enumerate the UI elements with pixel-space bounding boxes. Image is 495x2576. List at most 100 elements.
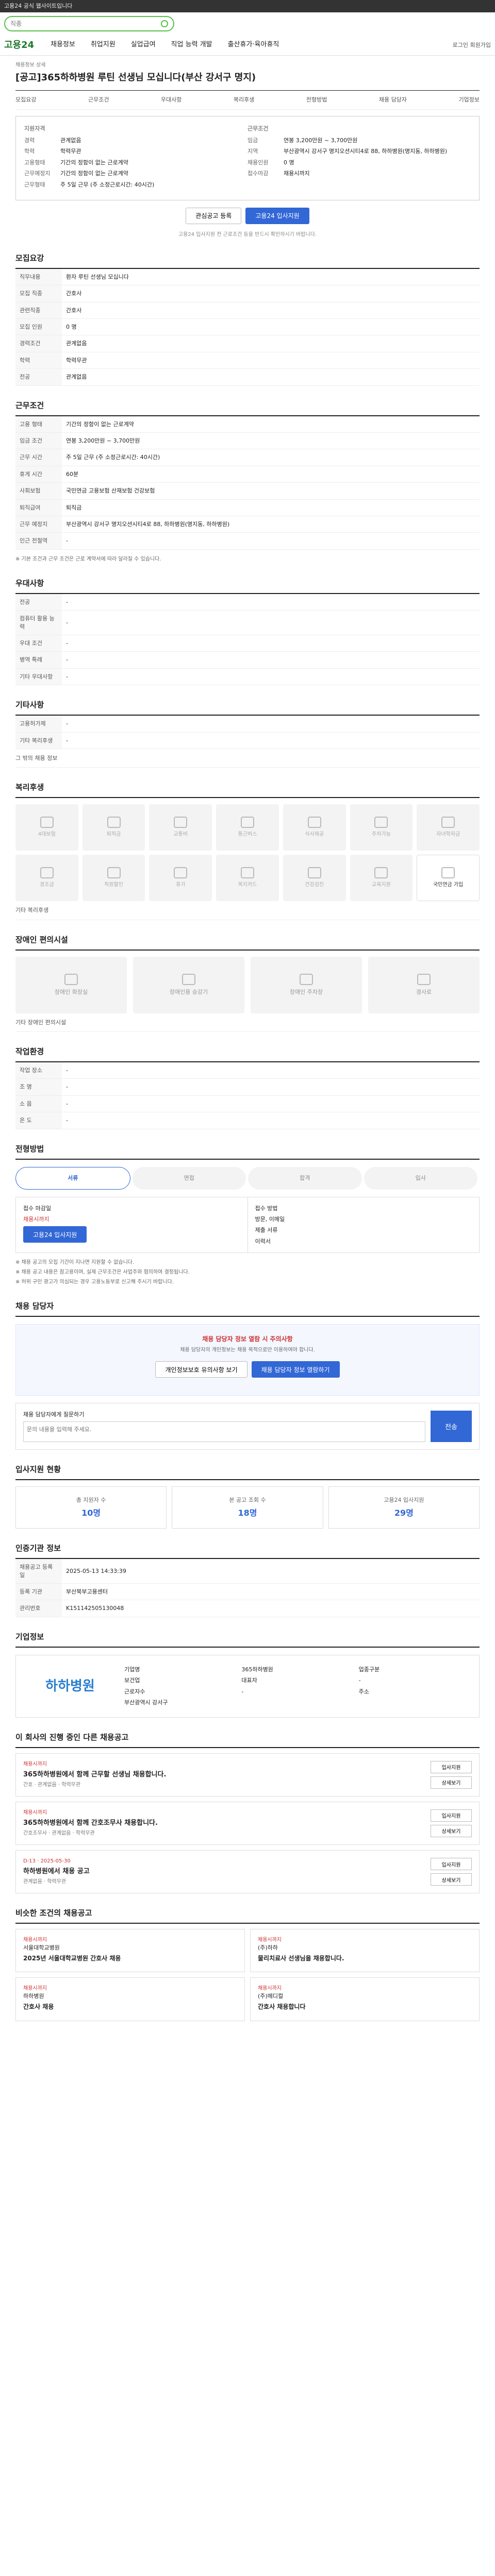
privacy-notice-button[interactable]: 개인정보보호 유의사항 보기 — [155, 1361, 248, 1378]
menu-item-employment-support[interactable]: 취업지원 — [91, 40, 116, 49]
table-row: 등록 기관 부산북부고용센터 — [15, 1583, 480, 1601]
scrap-button[interactable]: 관심공고 등록 — [186, 207, 242, 224]
welfare-label: 건강검진 — [305, 882, 324, 888]
row-value: 관계없음 — [62, 368, 480, 386]
search-row — [0, 12, 495, 35]
similar-card[interactable]: 채용시까지 (주)하하 물리치료사 선생님을 채용합니다. — [250, 1929, 480, 1973]
auth-links[interactable]: 로그인 회원가입 — [453, 41, 491, 49]
table-row: 기타 복리후생 - — [15, 732, 480, 749]
welfare-icon — [107, 867, 121, 879]
job-card-actions: 입사지원상세보기 — [431, 1760, 472, 1789]
table-row: 사회보험 국민연금 고용보험 산재보험 건강보험 — [15, 482, 480, 500]
job-meta: 관계없음 · 학력무관 — [23, 1879, 67, 1885]
similar-card[interactable]: 채용시까지 하하병원 간호사 채용 — [15, 1977, 245, 2021]
facility-note: 기타 장애인 편의시설 — [15, 1013, 480, 1032]
similar-card[interactable]: 채용시까지 서울대학교병원 2025년 서울대학교병원 간호사 채용 — [15, 1929, 245, 1973]
section-tabs: 모집요강 근무조건 우대사항 복리후생 전형방법 채용 담당자 기업정보 — [15, 91, 480, 110]
kv-row: 고용형태 기간의 정함이 없는 근로계약 — [24, 159, 248, 166]
similar-name[interactable]: 간호사 채용 — [23, 2003, 237, 2011]
tab-company[interactable]: 기업정보 — [458, 96, 479, 104]
table-row: 고용허가제 - — [15, 716, 480, 733]
summary-note: 고용24 입사지원 전 근로조건 등을 반드시 확인하시기 바랍니다. — [178, 231, 317, 238]
row-value: - — [62, 1062, 480, 1079]
row-key: 모집 인원 — [15, 318, 62, 336]
welfare-icon — [374, 817, 388, 828]
tab-process[interactable]: 전형방법 — [306, 96, 327, 104]
inquiry-box: 채용 담당자에게 질문하기 전송 — [15, 1403, 480, 1450]
job-apply-button[interactable]: 입사지원 — [431, 1809, 472, 1822]
kv-row: 지역 부산광역시 강서구 명지오션시티4로 88, 하하병원(명지동, 하하병원) — [248, 147, 471, 155]
similar-name[interactable]: 2025년 서울대학교병원 간호사 채용 — [23, 1954, 237, 1963]
inquiry-textarea[interactable] — [23, 1421, 425, 1443]
row-key: 작업 장소 — [15, 1062, 62, 1079]
tab-conditions[interactable]: 근무조건 — [88, 96, 109, 104]
job-name[interactable]: 하하병원에서 채용 공고 — [23, 1867, 90, 1876]
tab-contact[interactable]: 채용 담당자 — [379, 96, 407, 104]
row-value: 60분 — [62, 466, 480, 483]
welfare-label: 휴가 — [176, 882, 186, 888]
company-cell: - — [241, 1688, 244, 1695]
welfare-section: 복리후생 4대보험 퇴직금 교통비 통근버스 식사제공 주차가능 자녀학자금 경… — [15, 782, 480, 920]
menu-item-jobs[interactable]: 채용정보 — [51, 40, 75, 49]
row-key: 휴게 시간 — [15, 466, 62, 483]
view-contact-button[interactable]: 채용 담당자 정보 열람하기 — [251, 1361, 340, 1378]
job-card[interactable]: D-13 · 2025-05-30 하하병원에서 채용 공고 관계없음 · 학력무관… — [15, 1850, 480, 1894]
section-title: 작업환경 — [15, 1046, 480, 1063]
search-input[interactable] — [10, 20, 161, 27]
similar-name[interactable]: 간호사 채용합니다 — [258, 2003, 472, 2011]
similar-name[interactable]: 물리치료사 선생님을 채용합니다. — [258, 1954, 472, 1963]
job-name[interactable]: 365하하병원에서 함께 간호조무사 채용합니다. — [23, 1819, 158, 1828]
search-icon[interactable] — [161, 20, 168, 27]
main-menu: 채용정보 취업지원 실업급여 직업 능력 개발 출산휴가·육아휴직 — [51, 40, 279, 49]
contact-actions: 개인정보보호 유의사항 보기 채용 담당자 정보 열람하기 — [26, 1361, 469, 1378]
table-row: 전공 - — [15, 594, 480, 611]
send-button[interactable]: 전송 — [431, 1411, 472, 1443]
welfare-icon — [307, 817, 321, 828]
job-card-info: D-13 · 2025-05-30 하하병원에서 채용 공고 관계없음 · 학력무관 — [23, 1858, 90, 1886]
row-value: - — [62, 732, 480, 749]
process-apply-button[interactable]: 고용24 입사지원 — [23, 1226, 87, 1243]
similar-org: 서울대학교병원 — [23, 1944, 60, 1952]
company-box: 하하병원 기업명 365하하병원 업종구분 보건업 대표자 - 근로자수 - 주… — [15, 1654, 480, 1718]
job-detail-button[interactable]: 상세보기 — [431, 1824, 472, 1837]
company-cell: 부산광역시 강서구 — [124, 1699, 168, 1706]
tab-recruit[interactable]: 모집요강 — [15, 96, 36, 104]
job-card[interactable]: 채용시까지 365하하병원에서 함께 간호조무사 채용합니다. 간호조무사 · 관계… — [15, 1801, 480, 1845]
stat-card: 본 공고 조회 수 18명 — [172, 1486, 323, 1529]
job-card-actions: 입사지원상세보기 — [431, 1858, 472, 1886]
row-value: - — [62, 668, 480, 686]
menu-item-unemployment[interactable]: 실업급여 — [131, 40, 156, 49]
facility-label: 장애인용 승강기 — [169, 988, 208, 995]
row-key: 채용공고 등록일 — [15, 1559, 62, 1584]
welfare-icon — [174, 817, 188, 828]
similar-card[interactable]: 채용시까지 (주)메디컬 간호사 채용합니다 — [250, 1977, 480, 2021]
menu-item-leave[interactable]: 출산휴가·육아휴직 — [228, 40, 279, 49]
tab-preferences[interactable]: 우대사항 — [161, 96, 182, 104]
search-box[interactable] — [4, 16, 174, 31]
process-section: 전형방법 서류 면접 합격 입사 접수 마감일 채용시까지 고용24 입사지원 … — [15, 1144, 480, 1287]
row-value: - — [62, 716, 480, 733]
welfare-label: 교육지원 — [372, 882, 391, 888]
table-row: 경력조건 관계없음 — [15, 335, 480, 352]
site-logo[interactable]: 고용24 — [4, 39, 51, 52]
table-row: 휴게 시간 60분 — [15, 466, 480, 483]
job-card[interactable]: 채용시까지 365하하병원에서 함께 근무할 선생님 채용합니다. 간호 · 관계없… — [15, 1753, 480, 1797]
row-key: 퇴직급여 — [15, 499, 62, 517]
facility-section: 장애인 편의시설 장애인 화장실 장애인용 승강기 장애인 주차장 경사로 기타… — [15, 935, 480, 1032]
job-detail-button[interactable]: 상세보기 — [431, 1873, 472, 1886]
job-detail-button[interactable]: 상세보기 — [431, 1776, 472, 1789]
job-name[interactable]: 365하하병원에서 함께 근무할 선생님 채용합니다. — [23, 1770, 166, 1780]
menu-item-training[interactable]: 직업 능력 개발 — [171, 40, 212, 49]
job-apply-button[interactable]: 입사지원 — [431, 1858, 472, 1871]
facility-label: 경사로 — [416, 988, 432, 995]
job-apply-button[interactable]: 입사지원 — [431, 1760, 472, 1773]
conditions-table: 고용 형태 기간의 정함이 없는 근로계약 임금 조건 연봉 3,200만원 ~ 3… — [15, 416, 480, 550]
kv-key: 경력 — [24, 137, 35, 144]
row-key: 인근 전철역 — [15, 532, 62, 550]
apply-button[interactable]: 고용24 입사지원 — [245, 207, 309, 224]
welfare-icon — [307, 867, 321, 879]
process-steps: 서류 면접 합격 입사 — [15, 1166, 480, 1190]
welfare-icon — [441, 817, 455, 828]
row-key: 전공 — [15, 594, 62, 611]
tab-welfare[interactable]: 복리후생 — [234, 96, 254, 104]
